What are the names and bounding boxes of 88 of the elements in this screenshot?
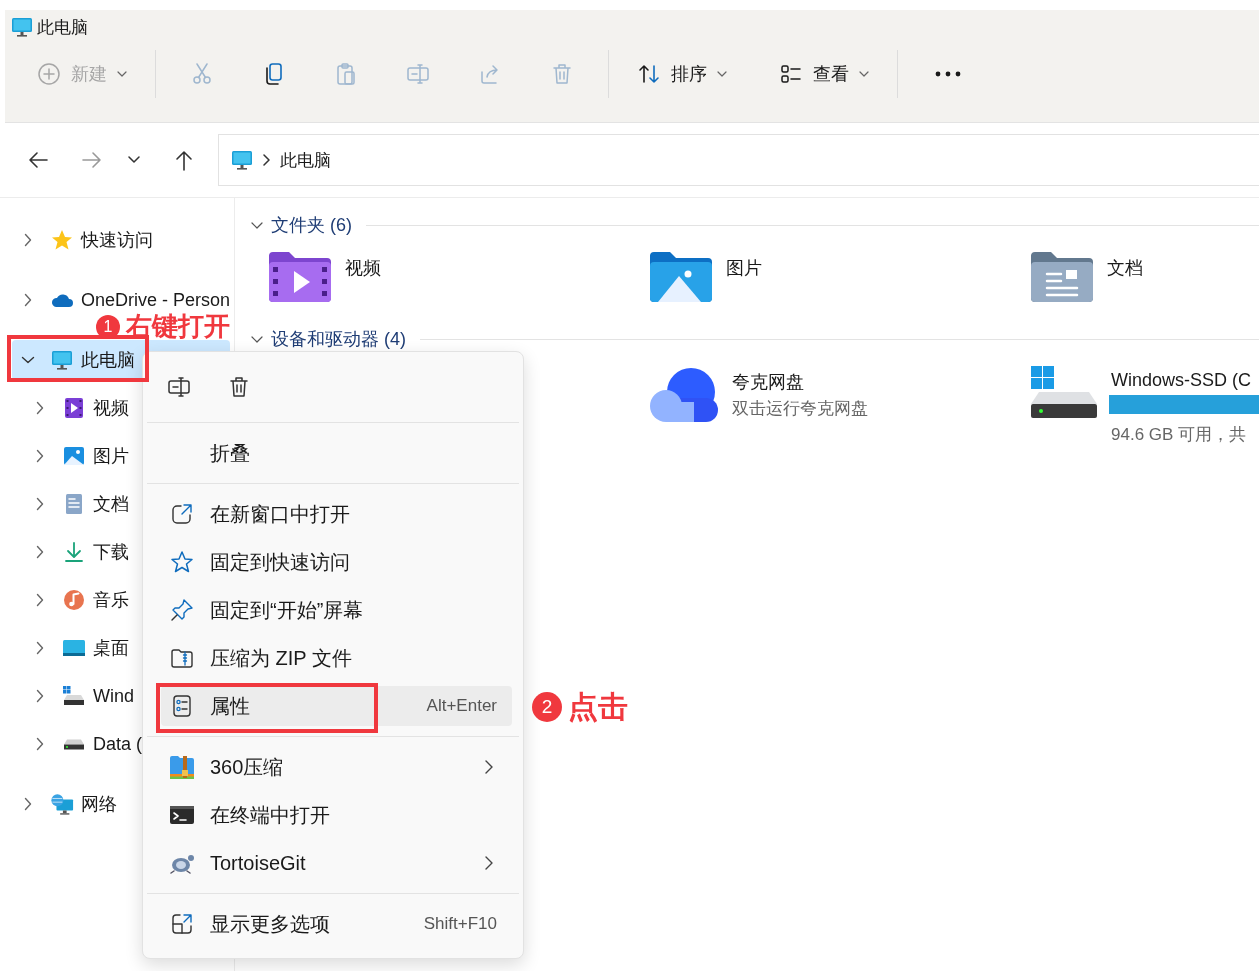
menu-item[interactable]: 压缩为 ZIP 文件 bbox=[161, 638, 512, 678]
group-header[interactable]: 设备和驱动器 (4) bbox=[271, 327, 407, 351]
address-bar[interactable]: 此电脑 bbox=[218, 134, 1259, 186]
menu-item[interactable]: 固定到“开始”屏幕 bbox=[161, 590, 512, 630]
archive-icon bbox=[169, 754, 195, 780]
step-badge: 2 bbox=[532, 692, 562, 722]
nav-item[interactable]: OneDrive - Person bbox=[12, 286, 231, 314]
chevron-right-icon bbox=[36, 401, 44, 415]
delete-icon bbox=[550, 62, 574, 86]
menu-item[interactable]: 固定到快速访问 bbox=[161, 542, 512, 582]
more-icon bbox=[935, 71, 961, 77]
desktop-icon bbox=[62, 637, 86, 659]
caret-icon bbox=[859, 71, 869, 77]
device-name[interactable]: 夸克网盘 bbox=[732, 370, 869, 394]
drive-icon bbox=[62, 685, 86, 707]
chevron-right-icon bbox=[36, 689, 44, 703]
up-icon bbox=[174, 149, 194, 171]
device-description: 94.6 GB 可用，共 bbox=[1111, 424, 1248, 446]
toolbar-dropdown-button[interactable]: 查看 bbox=[773, 54, 875, 94]
monitor-icon bbox=[51, 350, 73, 370]
menu-item[interactable]: 折叠 bbox=[161, 433, 512, 473]
network-icon bbox=[50, 792, 74, 816]
chevron-right-icon bbox=[36, 497, 44, 511]
menu-item[interactable]: TortoiseGit bbox=[161, 843, 512, 883]
chevron-right-icon bbox=[36, 449, 44, 463]
picture-folder-icon bbox=[648, 250, 715, 304]
add-icon bbox=[37, 62, 61, 86]
chevron-right-icon bbox=[24, 233, 32, 247]
forward-icon bbox=[81, 150, 103, 170]
video-folder-icon bbox=[267, 250, 334, 304]
chevron-right-icon bbox=[24, 293, 32, 307]
folder-name[interactable]: 图片 bbox=[726, 256, 763, 280]
zip-folder-icon bbox=[170, 646, 194, 670]
terminal-icon bbox=[169, 804, 195, 826]
menu-item[interactable]: 360压缩 bbox=[161, 747, 512, 787]
caret-icon bbox=[117, 71, 127, 77]
callout-text: 点击 bbox=[568, 690, 628, 724]
caret-icon bbox=[128, 156, 140, 164]
star-icon bbox=[51, 229, 73, 251]
chevron-right-icon bbox=[485, 856, 493, 870]
chevron-right-icon bbox=[36, 641, 44, 655]
menu-item[interactable]: 显示更多选项 Shift+F10 bbox=[161, 904, 512, 944]
folder-name[interactable]: 文档 bbox=[1107, 256, 1144, 280]
properties-icon bbox=[170, 694, 194, 718]
rename-icon bbox=[167, 375, 191, 399]
menu-item[interactable]: 属性 Alt+Enter bbox=[161, 686, 512, 726]
document-icon bbox=[63, 493, 85, 515]
breadcrumb[interactable]: 此电脑 bbox=[280, 148, 331, 172]
chevron-right-icon bbox=[24, 797, 32, 811]
star-icon bbox=[170, 550, 194, 574]
music-icon bbox=[63, 589, 85, 611]
chevron-right-icon bbox=[36, 545, 44, 559]
drive-icon bbox=[1029, 364, 1100, 420]
group-header[interactable]: 文件夹 (6) bbox=[271, 213, 353, 237]
chevron-right-icon bbox=[36, 737, 44, 751]
chevron-down-icon bbox=[251, 335, 264, 343]
chevron-down-icon bbox=[21, 356, 35, 364]
folder-name[interactable]: 视频 bbox=[345, 256, 382, 280]
document-folder-icon bbox=[1029, 250, 1096, 304]
chevron-right-icon bbox=[485, 760, 493, 774]
delete-icon bbox=[227, 375, 251, 399]
drive-icon bbox=[63, 738, 85, 750]
device-description: 双击运行夸克网盘 bbox=[732, 398, 869, 420]
nav-item[interactable]: 快速访问 bbox=[12, 226, 231, 254]
nav-item[interactable]: 视频 bbox=[12, 386, 231, 430]
sort-icon bbox=[637, 62, 661, 86]
caret-icon bbox=[717, 71, 727, 77]
menu-item[interactable]: 在终端中打开 bbox=[161, 795, 512, 835]
picture-icon bbox=[63, 445, 85, 467]
scissors-icon bbox=[190, 62, 214, 86]
more-options-icon bbox=[170, 912, 194, 936]
chevron-down-icon bbox=[251, 221, 264, 229]
download-icon bbox=[63, 541, 85, 563]
rename-icon bbox=[406, 62, 430, 86]
open-window-icon bbox=[170, 502, 194, 526]
toolbar-dropdown-button[interactable]: 排序 bbox=[631, 54, 733, 94]
device-name[interactable]: Windows-SSD (C bbox=[1111, 370, 1259, 391]
monitor-icon bbox=[231, 150, 253, 170]
back-icon bbox=[27, 150, 49, 170]
view-icon bbox=[779, 62, 803, 86]
pin-icon bbox=[170, 598, 194, 622]
chevron-right-icon bbox=[36, 593, 44, 607]
chevron-right-icon bbox=[263, 154, 270, 166]
monitor-icon bbox=[11, 17, 33, 37]
video-icon bbox=[63, 397, 85, 419]
window-title: 此电脑 bbox=[37, 16, 88, 39]
menu-item[interactable]: 在新窗口中打开 bbox=[161, 494, 512, 534]
paste-icon bbox=[334, 62, 358, 86]
